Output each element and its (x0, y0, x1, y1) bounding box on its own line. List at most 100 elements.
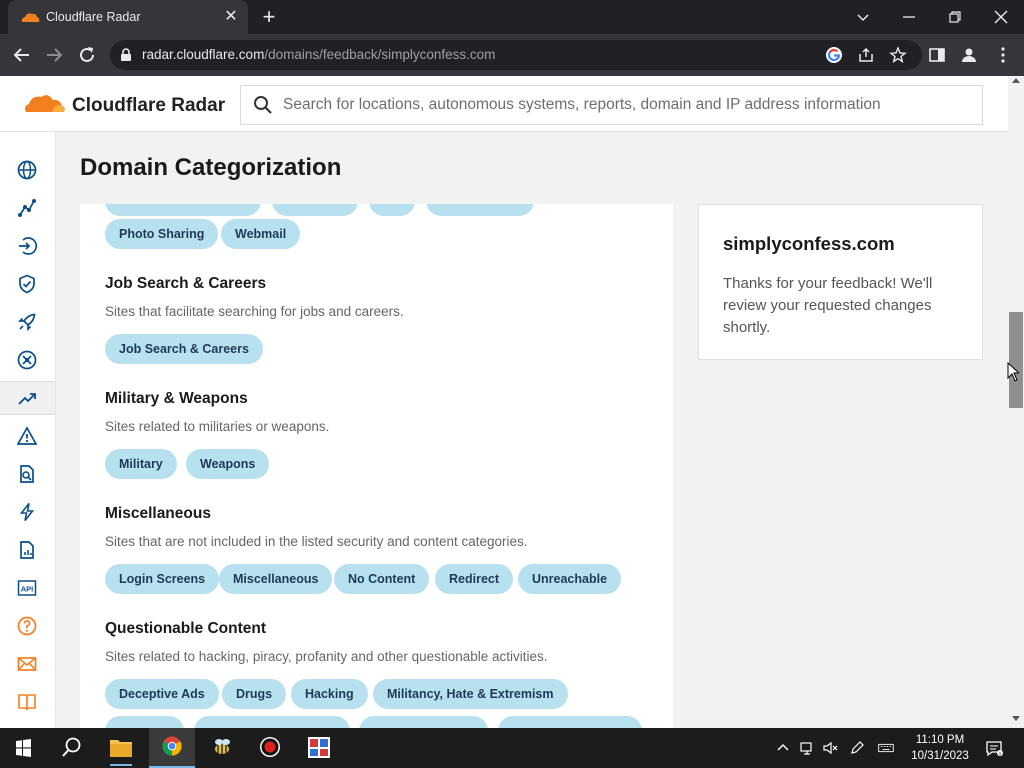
scroll-up-arrow-icon[interactable] (1012, 78, 1020, 83)
category-chip-partial[interactable] (369, 204, 415, 216)
cloudflare-favicon-icon (21, 13, 40, 22)
profile-icon[interactable] (960, 46, 978, 64)
feedback-confirmation-panel: simplyconfess.com Thanks for your feedba… (698, 204, 983, 360)
site-header: Cloudflare Radar (0, 76, 1008, 132)
google-icon[interactable] (825, 46, 843, 64)
back-icon[interactable] (11, 44, 33, 66)
category-chip-partial[interactable] (359, 716, 488, 728)
category-chip[interactable]: Login Screens (105, 564, 220, 594)
scroll-down-arrow-icon[interactable] (1012, 716, 1020, 721)
url-text: radar.cloudflare.com/domains/feedback/si… (142, 47, 495, 62)
category-chip-partial[interactable] (105, 716, 184, 728)
new-tab-button[interactable]: + (259, 6, 279, 28)
notifications-icon[interactable]: 1 (985, 739, 1003, 757)
shield-icon (19, 274, 35, 294)
app-grid-icon[interactable] (296, 728, 342, 768)
mail-icon (17, 657, 37, 671)
section-title: Job Search & Careers (105, 275, 267, 292)
help-icon (17, 616, 37, 636)
sidebar-item-contact[interactable] (0, 647, 55, 681)
sidebar-item-routing[interactable] (0, 191, 55, 225)
category-chip[interactable]: Unreachable (518, 564, 622, 594)
globe-icon (17, 160, 37, 180)
search-icon[interactable] (48, 728, 94, 768)
category-chip[interactable]: Job Search & Careers (105, 334, 263, 364)
tray-chevron-up-icon[interactable] (775, 740, 791, 756)
sidebar-item-outages[interactable] (0, 419, 55, 453)
category-chip-partial[interactable] (426, 204, 534, 216)
section-description: Sites that facilitate searching for jobs… (105, 304, 404, 319)
tab-search-icon[interactable] (852, 6, 874, 28)
category-chip[interactable]: Militancy, Hate & Extremism (373, 679, 568, 709)
category-chip-partial[interactable] (105, 204, 261, 216)
clock-time: 11:10 PM (915, 734, 965, 746)
url-host: radar.cloudflare.com (142, 47, 265, 62)
close-window-icon[interactable] (990, 6, 1012, 28)
sidebar-item-help[interactable] (0, 609, 55, 643)
section-description: Sites related to militaries or weapons. (105, 419, 330, 434)
categories-card: Photo Sharing Webmail Job Search & Caree… (80, 204, 673, 728)
mouse-cursor-icon (1007, 362, 1019, 382)
chrome-icon[interactable] (149, 728, 195, 768)
lightning-icon (19, 503, 35, 521)
volume-muted-icon[interactable] (822, 740, 838, 756)
sidebar-item-api[interactable]: API (0, 571, 55, 605)
category-chip[interactable]: Redirect (435, 564, 514, 594)
report-icon (20, 541, 34, 559)
brand-name[interactable]: Cloudflare Radar (72, 95, 225, 117)
category-chip[interactable]: Photo Sharing (105, 219, 219, 249)
sidebar-item-locations[interactable] (0, 153, 55, 187)
address-bar[interactable]: radar.cloudflare.com/domains/feedback/si… (110, 40, 922, 70)
sidebar-item-domains[interactable] (0, 381, 55, 415)
screen-recorder-icon[interactable] (247, 728, 293, 768)
category-chip[interactable]: Drugs (222, 679, 287, 709)
category-chip[interactable]: Weapons (186, 449, 270, 479)
windows-start-icon[interactable] (0, 728, 46, 768)
section-description: Sites that are not included in the liste… (105, 534, 528, 549)
section-title: Questionable Content (105, 620, 267, 637)
forward-icon[interactable] (43, 44, 65, 66)
app-bee-icon[interactable] (199, 728, 245, 768)
reload-icon[interactable] (76, 44, 98, 66)
trending-icon (18, 393, 36, 405)
bookmark-star-icon[interactable] (889, 46, 907, 64)
category-chip[interactable]: Hacking (291, 679, 368, 709)
page-scrollbar[interactable] (1008, 76, 1024, 728)
share-icon[interactable] (857, 46, 875, 64)
category-chip[interactable]: No Content (334, 564, 430, 594)
network-icon[interactable] (799, 740, 815, 756)
menu-kebab-icon[interactable] (994, 46, 1012, 64)
search-input[interactable] (283, 94, 973, 116)
category-chip[interactable]: Deceptive Ads (105, 679, 219, 709)
sidebar-item-adoption[interactable] (0, 305, 55, 339)
lock-icon[interactable] (120, 48, 132, 62)
system-clock[interactable]: 11:10 PM 10/31/2023 (905, 732, 975, 764)
section-description: Sites related to hacking, piracy, profan… (105, 649, 548, 664)
category-chip-partial[interactable] (194, 716, 350, 728)
category-chip-partial[interactable] (498, 716, 642, 728)
sidebar-item-security[interactable] (0, 267, 55, 301)
sidebar-item-reports[interactable] (0, 533, 55, 567)
minimize-icon[interactable] (898, 6, 920, 28)
restore-icon[interactable] (944, 6, 966, 28)
keyboard-icon[interactable] (878, 740, 894, 756)
side-panel-icon[interactable] (928, 46, 946, 64)
search-box[interactable] (240, 85, 983, 125)
page-viewport: Cloudflare Radar Search for locations, a… (0, 76, 1024, 728)
category-chip[interactable]: Military (105, 449, 177, 479)
file-explorer-icon[interactable] (98, 728, 144, 768)
browser-tab[interactable]: Cloudflare Radar ✕ (8, 0, 248, 34)
cloudflare-logo-icon[interactable] (22, 92, 66, 114)
sidebar-item-docs[interactable] (0, 685, 55, 719)
sidebar-item-scan[interactable] (0, 457, 55, 491)
category-chip[interactable]: Miscellaneous (219, 564, 333, 594)
pen-icon[interactable] (849, 740, 865, 756)
sidebar-item-connectivity[interactable] (0, 343, 55, 377)
category-chip[interactable]: Webmail (221, 219, 301, 249)
sidebar-item-quality[interactable] (0, 495, 55, 529)
sidebar-item-traffic[interactable] (0, 229, 55, 263)
routing-icon (18, 199, 36, 217)
category-chip-partial[interactable] (272, 204, 358, 216)
tab-close-icon[interactable]: ✕ (222, 8, 240, 26)
scrollbar-thumb[interactable] (1009, 312, 1023, 408)
